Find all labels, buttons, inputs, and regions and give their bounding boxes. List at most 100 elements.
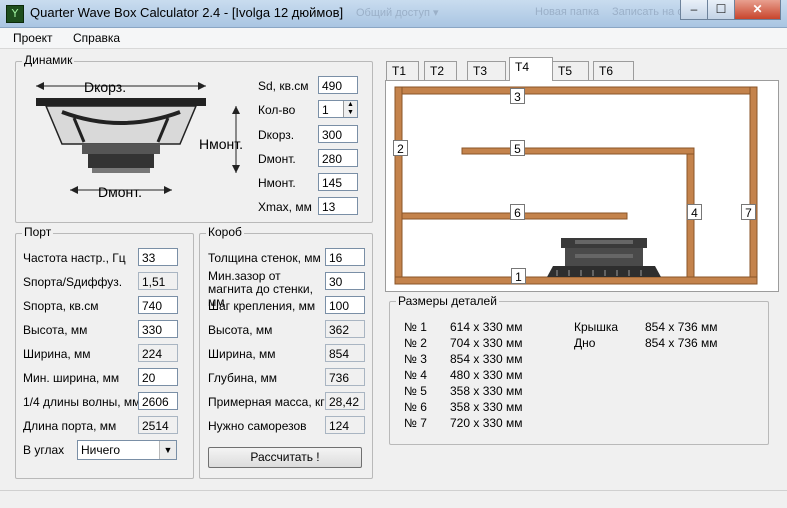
screws-count-value: 124	[325, 416, 365, 434]
detail-size: 614 x 330 мм	[450, 320, 523, 334]
port-label: Ширина, мм	[23, 347, 91, 361]
arrow-icon	[70, 186, 78, 194]
details-group-legend: Размеры деталей	[396, 294, 499, 308]
detail-size: 358 x 330 мм	[450, 384, 523, 398]
panel-marker-6: 6	[510, 204, 525, 220]
port-length-value: 2514	[138, 416, 178, 434]
detail-size: 480 x 330 мм	[450, 368, 523, 382]
calculate-button[interactable]: Рассчитать !	[208, 447, 362, 468]
box-height-value: 362	[325, 320, 365, 338]
port-label: Sпорта, кв.см	[23, 299, 99, 313]
background-window-text: Новая папка	[535, 6, 600, 18]
panel-5	[461, 147, 695, 155]
detail-name: № 5	[404, 384, 427, 398]
port-label: 1/4 длины волны, мм	[23, 395, 141, 409]
menu-help[interactable]: Справка	[73, 31, 120, 45]
corners-label: В углах	[23, 443, 65, 457]
tab-t4[interactable]: T4	[509, 57, 553, 81]
diagram-label-dkorz: Dкорз.	[84, 79, 127, 95]
tab-t3[interactable]: T3	[467, 61, 506, 80]
port-label: Частота настр., Гц	[23, 251, 126, 265]
panel-marker-1: 1	[511, 268, 526, 284]
detail-name: № 7	[404, 416, 427, 430]
param-label: Dмонт.	[258, 152, 296, 166]
panel-marker-2: 2	[393, 140, 408, 156]
param-label: Hмонт.	[258, 176, 296, 190]
box-label: Высота, мм	[208, 323, 273, 337]
box-depth-value: 736	[325, 368, 365, 386]
tuning-frequency-input[interactable]: 33	[138, 248, 178, 266]
subwoofer-icon	[547, 238, 661, 277]
panel-1	[394, 276, 758, 285]
count-value: 1	[322, 103, 329, 117]
wall-thickness-input[interactable]: 16	[325, 248, 365, 266]
corners-selected: Ничего	[81, 443, 121, 457]
box-label: Шаг крепления, мм	[208, 299, 316, 313]
port-area-input[interactable]: 740	[138, 296, 178, 314]
param-label: Кол-во	[258, 103, 296, 117]
detail-size: 358 x 330 мм	[450, 400, 523, 414]
panel-3	[394, 86, 758, 95]
port-label: Высота, мм	[23, 323, 88, 337]
sd-input[interactable]: 490	[318, 76, 358, 94]
app-icon: Y	[6, 5, 24, 23]
diagram-label-dmont: Dмонт.	[98, 184, 143, 200]
xmax-input[interactable]: 13	[318, 197, 358, 215]
detail-size: 704 x 330 мм	[450, 336, 523, 350]
magnet-gap-input[interactable]: 30	[325, 272, 365, 290]
box-cross-section	[394, 86, 758, 285]
count-spinner[interactable]: 1 ▲ ▼	[318, 100, 358, 118]
port-width-value: 224	[138, 344, 178, 362]
panel-2	[394, 86, 403, 285]
port-label: Длина порта, мм	[23, 419, 117, 433]
detail-size: 854 x 736 мм	[645, 320, 718, 334]
spinner-arrows-icon[interactable]: ▲ ▼	[343, 101, 357, 117]
detail-name: № 4	[404, 368, 427, 382]
fastening-step-input[interactable]: 100	[325, 296, 365, 314]
panel-marker-4: 4	[687, 204, 702, 220]
arrow-icon	[198, 82, 206, 90]
tab-t6[interactable]: T6	[593, 61, 634, 80]
detail-size: 720 x 330 мм	[450, 416, 523, 430]
box-label: Нужно саморезов	[208, 419, 307, 433]
panel-marker-3: 3	[510, 88, 525, 104]
panel-marker-7: 7	[741, 204, 756, 220]
box-mass-value: 28,42	[325, 392, 365, 410]
port-ratio-value: 1,51	[138, 272, 178, 290]
hmont-input[interactable]: 145	[318, 173, 358, 191]
tab-t1[interactable]: T1	[386, 61, 419, 80]
box-width-value: 854	[325, 344, 365, 362]
detail-name: Крышка	[574, 320, 619, 334]
detail-name: № 3	[404, 352, 427, 366]
port-label: Мин. ширина, мм	[23, 371, 120, 385]
arrow-icon	[232, 106, 240, 114]
panel-marker-5: 5	[510, 140, 525, 156]
box-label: Ширина, мм	[208, 347, 276, 361]
port-height-input[interactable]: 330	[138, 320, 178, 338]
detail-name: Дно	[574, 336, 596, 350]
minimize-icon[interactable]: –	[680, 0, 708, 20]
detail-name: № 6	[404, 400, 427, 414]
box-label: Толщина стенок, мм	[208, 251, 321, 265]
status-bar	[0, 490, 787, 508]
min-width-input[interactable]: 20	[138, 368, 178, 386]
detail-size: 854 x 736 мм	[645, 336, 718, 350]
corners-select[interactable]: Ничего ▼	[77, 440, 177, 460]
panel-7	[749, 86, 758, 285]
param-label: Dкорз.	[258, 128, 295, 142]
dmont-input[interactable]: 280	[318, 149, 358, 167]
speaker-drawing	[36, 98, 206, 173]
arrow-icon	[232, 165, 240, 173]
dkorz-input[interactable]: 300	[318, 125, 358, 143]
menu-project[interactable]: Проект	[13, 31, 53, 45]
tab-t2[interactable]: T2	[424, 61, 457, 80]
maximize-icon[interactable]: ☐	[707, 0, 735, 20]
speaker-group-legend: Динамик	[22, 53, 75, 67]
quarter-wavelength-input[interactable]: 2606	[138, 392, 178, 410]
box-label: Примерная масса, кг	[208, 395, 325, 409]
chevron-down-icon[interactable]: ▼	[159, 441, 176, 459]
arrow-icon	[36, 82, 44, 90]
tab-t5[interactable]: T5	[552, 61, 589, 80]
detail-size: 854 x 330 мм	[450, 352, 523, 366]
close-icon[interactable]: ✕	[734, 0, 781, 20]
